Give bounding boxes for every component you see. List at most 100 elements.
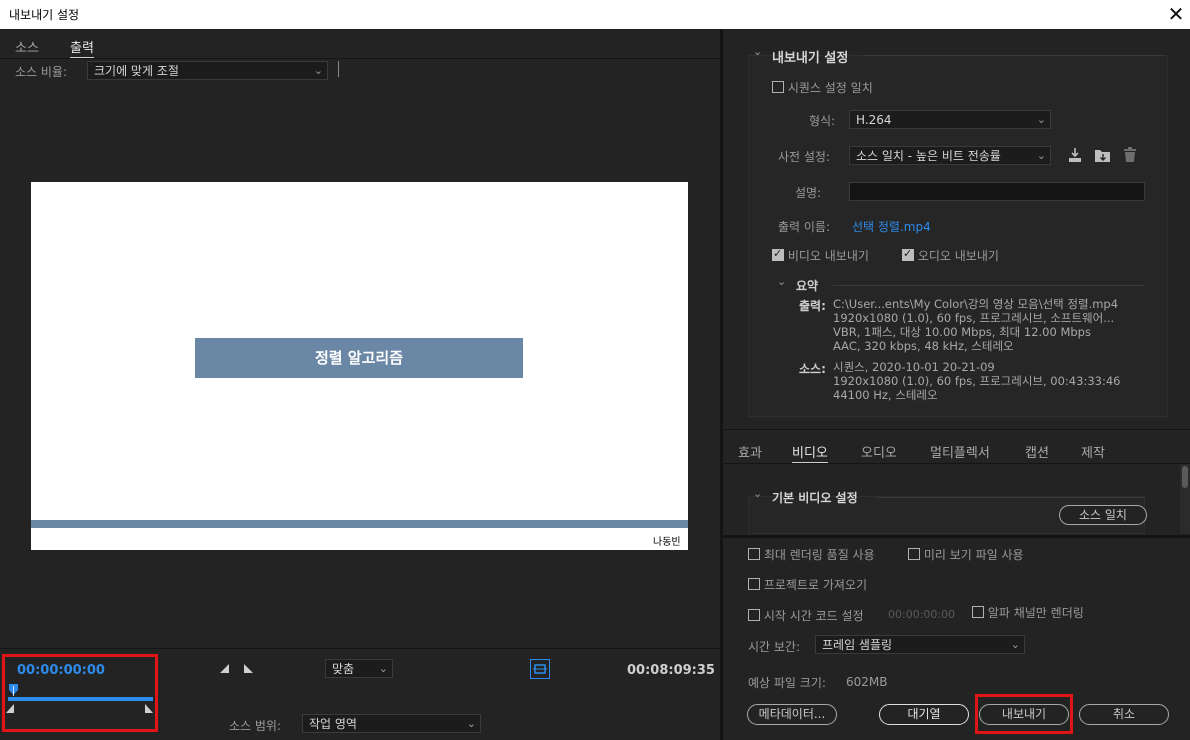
- basic-video-chevron-icon[interactable]: ⌄: [753, 487, 762, 500]
- import-preset-icon[interactable]: [1094, 147, 1111, 163]
- time-interpolation-dropdown[interactable]: 프레임 샘플링 ⌄: [815, 635, 1025, 654]
- comment-input[interactable]: [849, 182, 1145, 201]
- tab-audio[interactable]: 오디오: [861, 442, 897, 461]
- collapse-chevron-icon[interactable]: ⌄: [753, 45, 762, 58]
- cancel-button[interactable]: 취소: [1079, 704, 1169, 725]
- tab-effects[interactable]: 효과: [738, 442, 762, 461]
- match-sequence-checkbox[interactable]: [772, 81, 784, 93]
- estimated-size-value: 602MB: [846, 675, 888, 689]
- set-start-timecode-checkbox[interactable]: [748, 609, 760, 621]
- tab-captions[interactable]: 캡션: [1025, 442, 1049, 461]
- export-video-row[interactable]: 비디오 내보내기: [772, 247, 869, 264]
- timeline-divider: [0, 648, 720, 649]
- export-audio-label: 오디오 내보내기: [917, 249, 999, 263]
- chevron-down-icon: ⌄: [1010, 638, 1020, 651]
- tab-video[interactable]: 비디오: [792, 442, 828, 464]
- toolbar-separator: [338, 61, 339, 77]
- close-icon[interactable]: ✕: [1166, 1, 1186, 27]
- start-timecode-value: 00:00:00:00: [888, 608, 956, 621]
- export-audio-checkbox[interactable]: [902, 247, 914, 261]
- import-into-project-checkbox[interactable]: [748, 578, 760, 590]
- render-alpha-only-row[interactable]: 알파 채널만 렌더링: [972, 604, 1084, 621]
- bottom-section-divider: [723, 535, 1190, 538]
- render-alpha-only-label: 알파 채널만 렌더링: [987, 606, 1084, 620]
- max-render-quality-checkbox[interactable]: [748, 548, 760, 560]
- slide-footer-bar: [31, 520, 688, 528]
- import-into-project-row[interactable]: 프로젝트로 가져오기: [748, 576, 867, 593]
- settings-scrollbar[interactable]: [1180, 464, 1190, 534]
- set-start-timecode-label: 시작 시간 코드 설정: [763, 609, 864, 623]
- format-dropdown[interactable]: H.264 ⌄: [849, 110, 1051, 129]
- use-previews-label: 미리 보기 파일 사용: [923, 548, 1024, 562]
- set-in-point-icon[interactable]: [220, 663, 230, 673]
- summary-output-line: 1920x1080 (1.0), 60 fps, 프로그레시브, 소프트웨어..…: [833, 311, 1115, 325]
- time-interpolation-value: 프레임 샘플링: [822, 638, 893, 652]
- delete-preset-icon[interactable]: [1123, 147, 1137, 163]
- set-out-point-icon[interactable]: [244, 663, 254, 673]
- header-rule: [863, 55, 1163, 56]
- highlight-timeline-box: [2, 654, 158, 732]
- match-source-button[interactable]: 소스 일치: [1059, 505, 1147, 525]
- source-range-value: 작업 영역: [309, 717, 357, 731]
- tabs-top-rule: [723, 429, 1190, 430]
- import-into-project-label: 프로젝트로 가져오기: [763, 578, 868, 592]
- tab-divider: [0, 58, 720, 59]
- comment-label: 설명:: [795, 186, 822, 200]
- set-start-timecode-row[interactable]: 시작 시간 코드 설정: [748, 607, 864, 624]
- use-previews-checkbox[interactable]: [908, 548, 920, 560]
- source-output-panel: 소스 출력 소스 비율: 크기에 맞게 조절 ⌄ 정렬 알고리즘 나동빈 00:…: [0, 29, 720, 740]
- source-scale-value: 크기에 맞게 조절: [94, 64, 179, 78]
- metadata-button[interactable]: 메타데이터...: [747, 704, 837, 725]
- basic-video-rule: [877, 497, 1145, 498]
- fit-dropdown[interactable]: 맞춤 ⌄: [325, 659, 393, 678]
- tab-multiplexer[interactable]: 멀티플렉서: [930, 442, 990, 461]
- save-preset-icon[interactable]: [1067, 147, 1083, 163]
- time-interpolation-label: 시간 보간:: [748, 640, 801, 654]
- export-audio-row[interactable]: 오디오 내보내기: [902, 247, 999, 264]
- summary-output-line: VBR, 1패스, 대상 10.00 Mbps, 최대 12.00 Mbps: [833, 325, 1091, 339]
- export-video-checkbox[interactable]: [772, 247, 784, 261]
- summary-source-line: 시퀀스, 2020-10-01 20-21-09: [833, 360, 995, 374]
- slide-title: 정렬 알고리즘: [195, 338, 523, 378]
- output-name-link[interactable]: 선택 정렬.mp4: [852, 218, 931, 235]
- source-range-dropdown[interactable]: 작업 영역 ⌄: [302, 714, 481, 733]
- chevron-down-icon: ⌄: [1034, 147, 1046, 164]
- export-settings-header: 내보내기 설정: [772, 51, 849, 66]
- basic-video-header: 기본 비디오 설정: [772, 491, 858, 505]
- source-scale-dropdown[interactable]: 크기에 맞게 조절 ⌄: [87, 61, 328, 80]
- tab-output[interactable]: 출력: [70, 37, 94, 59]
- estimated-size-label: 예상 파일 크기:: [748, 676, 826, 690]
- timecode-end: 00:08:09:35: [627, 663, 715, 678]
- summary-chevron-icon[interactable]: ⌄: [777, 275, 786, 288]
- window-title: 내보내기 설정: [9, 8, 80, 22]
- export-settings-panel: ⌄ 내보내기 설정 시퀀스 설정 일치 형식: H.264 ⌄ 사전 설정: 소…: [723, 29, 1190, 740]
- match-sequence-label: 시퀀스 설정 일치: [787, 81, 873, 95]
- max-render-quality-row[interactable]: 최대 렌더링 품질 사용: [748, 546, 875, 563]
- fit-value: 맞춤: [332, 662, 355, 676]
- output-name-label: 출력 이름:: [778, 220, 831, 234]
- format-value: H.264: [856, 113, 892, 127]
- preset-dropdown[interactable]: 소스 일치 - 높은 비트 전송률 ⌄: [849, 146, 1051, 165]
- summary-source-key: 소스:: [799, 362, 826, 376]
- tab-source[interactable]: 소스: [15, 37, 39, 56]
- summary-source-line: 44100 Hz, 스테레오: [833, 388, 938, 402]
- video-preview: 정렬 알고리즘 나동빈: [31, 182, 688, 550]
- use-previews-row[interactable]: 미리 보기 파일 사용: [908, 546, 1024, 563]
- source-range-label: 소스 범위:: [229, 719, 282, 733]
- max-render-quality-label: 최대 렌더링 품질 사용: [763, 548, 875, 562]
- render-alpha-only-checkbox[interactable]: [972, 606, 984, 618]
- chevron-down-icon: ⌄: [466, 717, 476, 730]
- preset-value: 소스 일치 - 높은 비트 전송률: [856, 149, 1001, 163]
- tab-publish[interactable]: 제작: [1081, 442, 1105, 461]
- scrollbar-thumb[interactable]: [1182, 466, 1188, 488]
- summary-output-line: AAC, 320 kbps, 48 kHz, 스테레오: [833, 339, 1014, 353]
- queue-button[interactable]: 대기열: [879, 704, 969, 725]
- format-label: 형식:: [809, 114, 836, 128]
- highlight-export-box: [975, 694, 1073, 734]
- title-bar: 내보내기 설정 ✕: [0, 0, 1190, 29]
- match-sequence-row[interactable]: 시퀀스 설정 일치: [772, 79, 873, 96]
- slide-author: 나동빈: [653, 537, 681, 548]
- chevron-down-icon: ⌄: [1036, 113, 1046, 126]
- aspect-ratio-correction-icon[interactable]: [530, 659, 550, 679]
- preset-label: 사전 설정:: [778, 150, 831, 164]
